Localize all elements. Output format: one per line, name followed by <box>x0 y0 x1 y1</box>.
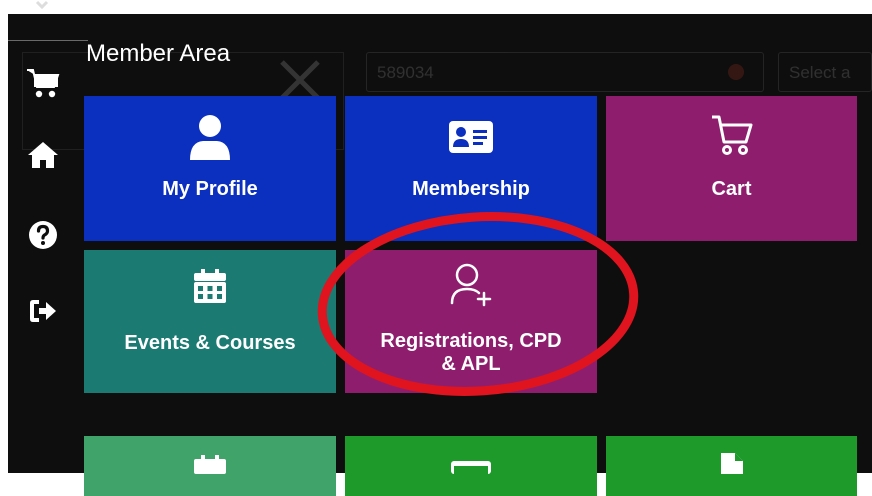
file-icon <box>606 452 857 474</box>
tile-label: Membership <box>412 178 530 200</box>
cart-icon[interactable] <box>26 66 60 100</box>
tile-cart[interactable]: Cart <box>606 96 857 241</box>
tile-partial-2[interactable] <box>345 436 597 496</box>
background-search-input: 589034 <box>366 52 764 92</box>
cart-outline-icon <box>606 112 857 158</box>
page-title: Member Area <box>86 40 231 67</box>
background-status-dot <box>728 64 744 80</box>
tile-label: Events & Courses <box>124 332 296 354</box>
background-select: Select a <box>778 52 872 92</box>
user-plus-icon <box>345 262 597 308</box>
tile-label: My Profile <box>162 178 258 200</box>
id-card-icon <box>345 120 597 154</box>
tile-partial-3[interactable] <box>606 436 857 496</box>
calendar-icon <box>84 454 336 474</box>
tile-partial-1[interactable] <box>84 436 336 496</box>
card-icon <box>345 460 597 474</box>
chevron-down-icon[interactable] <box>34 0 50 12</box>
sign-out-icon[interactable] <box>26 294 60 328</box>
home-icon[interactable] <box>26 138 60 172</box>
calendar-icon <box>84 268 336 304</box>
sidebar <box>8 40 78 473</box>
tile-registrations-cpd-apl[interactable]: Registrations, CPD & APL <box>345 250 597 393</box>
tile-events-courses[interactable]: Events & Courses <box>84 250 336 393</box>
tile-membership[interactable]: Membership <box>345 96 597 241</box>
user-icon <box>84 114 336 162</box>
tile-label-line-1: Registrations, CPD <box>380 330 562 352</box>
tile-my-profile[interactable]: My Profile <box>84 96 336 241</box>
help-icon[interactable] <box>26 218 60 252</box>
tile-label: Cart <box>711 178 752 200</box>
tile-label-line-2: & APL <box>441 353 501 375</box>
